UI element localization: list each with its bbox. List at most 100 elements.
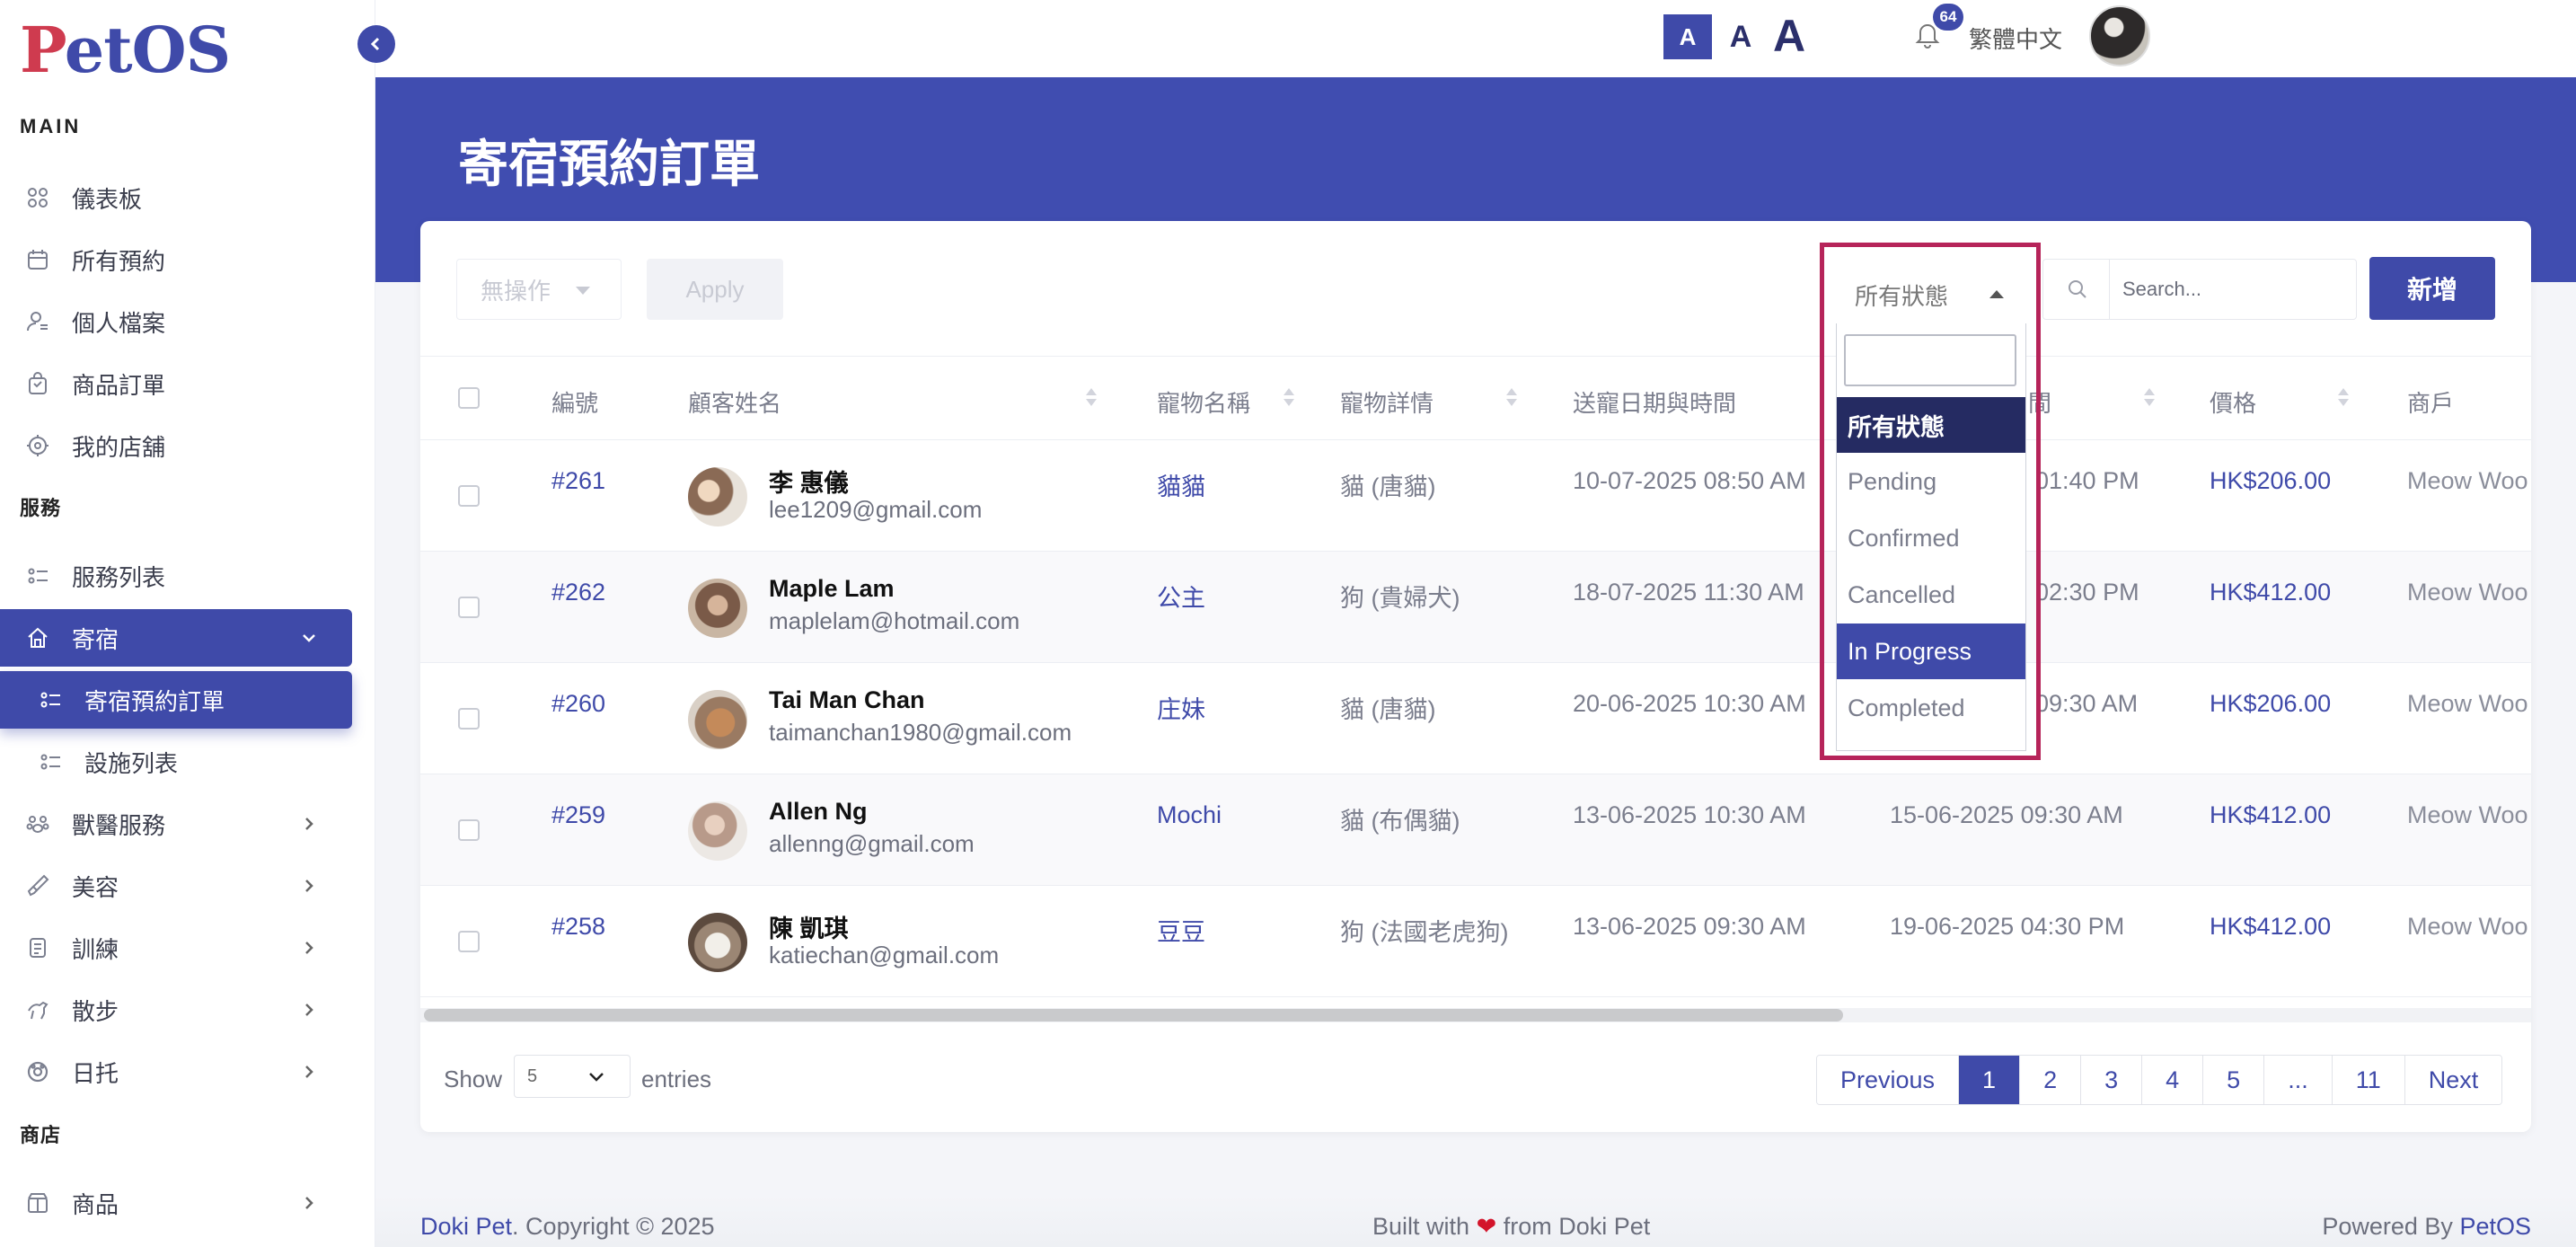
sidebar-item-boarding-orders[interactable]: 寄宿預約訂單 [0, 671, 352, 729]
column-header-price[interactable]: 價格 [2210, 385, 2256, 419]
page-button-4[interactable]: 4 [2142, 1056, 2204, 1104]
status-option-all[interactable]: 所有狀態 [1837, 397, 2025, 453]
order-id-link[interactable]: #258 [551, 913, 605, 941]
chevron-right-icon [298, 1192, 320, 1214]
shop-name: Meow Woo [2407, 801, 2528, 828]
sidebar-item-my-store[interactable]: 我的店舖 [0, 417, 352, 474]
footer-built-with: Built with ❤ from Doki Pet [1372, 1213, 1650, 1241]
entries-length-value: 5 [527, 1066, 538, 1086]
sort-icon[interactable] [1085, 385, 1098, 409]
order-id-link[interactable]: #261 [551, 467, 605, 495]
sort-icon[interactable] [2337, 385, 2350, 409]
column-header-shop[interactable]: 商戶 [2407, 385, 2454, 419]
dropoff-datetime: 13-06-2025 09:30 AM [1573, 913, 1806, 940]
customer-name: 李 惠儀 [769, 470, 849, 497]
status-option-completed[interactable]: Completed [1837, 680, 2025, 736]
order-id-link[interactable]: #260 [551, 690, 605, 718]
row-checkbox[interactable] [458, 597, 480, 618]
page-button-5[interactable]: 5 [2203, 1056, 2265, 1104]
entries-label: entries [641, 1066, 712, 1092]
sidebar-item-walking[interactable]: 散步 [0, 981, 352, 1039]
status-option-in-progress[interactable]: In Progress [1837, 624, 2025, 679]
collapse-sidebar-button[interactable] [357, 25, 395, 63]
customer-email: katiechan@gmail.com [769, 942, 1000, 968]
table-row: #259 Allen Ng allenng@gmail.com Mochi 貓 … [420, 774, 2531, 886]
column-header-dropoff[interactable]: 送寵日期與時間 [1573, 385, 1736, 419]
customer-name: 陳 凱琪 [769, 915, 849, 942]
sidebar-item-product-orders[interactable]: 商品訂單 [0, 355, 352, 412]
column-header-pet-detail[interactable]: 寵物詳情 [1340, 385, 1434, 419]
apply-button[interactable]: Apply [647, 259, 783, 320]
pet-name-link[interactable]: 貓貓 [1157, 467, 1205, 502]
page-next-button[interactable]: Next [2404, 1056, 2502, 1104]
column-header-id[interactable]: 編號 [551, 385, 598, 419]
sort-icon[interactable] [1505, 385, 1518, 409]
page-footer: Doki Pet. Copyright © 2025 Built with ❤ … [375, 1195, 2576, 1247]
status-option-pending[interactable]: Pending [1837, 454, 2025, 509]
sidebar-item-dashboard[interactable]: 儀表板 [0, 169, 352, 226]
row-checkbox[interactable] [458, 931, 480, 952]
status-filter-select[interactable]: 所有狀態 [1842, 265, 2022, 324]
page-button-3[interactable]: 3 [2081, 1056, 2143, 1104]
page-previous-button[interactable]: Previous [1817, 1056, 1960, 1104]
row-checkbox[interactable] [458, 819, 480, 841]
font-size-medium-button[interactable]: A [1723, 14, 1759, 59]
sidebar-item-all-bookings[interactable]: 所有預約 [0, 231, 352, 288]
list-icon [25, 563, 50, 588]
pagination: Previous 1 2 3 4 5 ... 11 Next [1816, 1055, 2503, 1105]
sidebar-item-grooming[interactable]: 美容 [0, 857, 352, 915]
sidebar-item-label: 美容 [72, 873, 119, 901]
sidebar-item-facility-list[interactable]: 設施列表 [0, 733, 352, 791]
sidebar-item-service-list[interactable]: 服務列表 [0, 547, 352, 605]
petos-logo[interactable]: PetOS [20, 13, 231, 87]
sidebar-item-label: 獸醫服務 [72, 811, 166, 839]
status-option-confirmed[interactable]: Confirmed [1837, 510, 2025, 566]
font-size-large-button[interactable]: A [1766, 9, 1813, 63]
row-checkbox[interactable] [458, 485, 480, 507]
sidebar-item-boarding[interactable]: 寄宿 [0, 609, 352, 667]
page-button-1[interactable]: 1 [1959, 1056, 2021, 1104]
dropoff-datetime: 10-07-2025 08:50 AM [1573, 467, 1806, 494]
sidebar-item-profile[interactable]: 個人檔案 [0, 293, 352, 350]
column-header-customer[interactable]: 顧客姓名 [688, 385, 781, 419]
sidebar-item-training[interactable]: 訓練 [0, 919, 352, 977]
training-icon [25, 935, 50, 960]
orders-card: 無操作 Apply 新增 編號 顧客姓名 寵物名稱 寵物詳情 送寵日期與時間 間… [420, 221, 2531, 1132]
order-id-link[interactable]: #259 [551, 801, 605, 829]
sort-icon[interactable] [2143, 385, 2156, 409]
row-checkbox[interactable] [458, 708, 480, 730]
status-search-input[interactable] [1844, 334, 2016, 386]
store-icon [25, 433, 50, 458]
pet-name-link[interactable]: 庄妹 [1157, 690, 1205, 725]
status-dropdown-list: 所有狀態 Pending Confirmed Cancelled In Prog… [1836, 323, 2026, 751]
page-button-2[interactable]: 2 [2020, 1056, 2082, 1104]
add-button[interactable]: 新增 [2369, 257, 2495, 320]
sort-icon[interactable] [1283, 385, 1295, 409]
column-header-pet[interactable]: 寵物名稱 [1157, 385, 1250, 419]
entries-length-select[interactable]: 5 [514, 1055, 631, 1098]
scrollbar-thumb[interactable] [424, 1009, 1843, 1021]
pet-name-link[interactable]: 公主 [1157, 579, 1205, 614]
sidebar-item-daycare[interactable]: 日托 [0, 1043, 352, 1101]
user-avatar[interactable] [2089, 5, 2150, 66]
sidebar-item-products[interactable]: 商品 [0, 1174, 352, 1232]
pet-name-link[interactable]: Mochi [1157, 801, 1222, 829]
footer-brand-link[interactable]: Doki Pet [420, 1213, 512, 1240]
font-size-small-button[interactable]: A [1663, 14, 1712, 59]
shop-name: Meow Woo [2407, 579, 2528, 606]
bulk-action-select[interactable]: 無操作 [456, 259, 622, 320]
price: HK$412.00 [2210, 913, 2332, 940]
horizontal-scrollbar[interactable] [420, 1008, 2531, 1022]
status-option-cancelled[interactable]: Cancelled [1837, 567, 2025, 623]
search-input[interactable] [2109, 259, 2357, 320]
pet-name-link[interactable]: 豆豆 [1157, 913, 1205, 948]
petos-link[interactable]: PetOS [2459, 1213, 2531, 1240]
select-all-checkbox[interactable] [458, 387, 480, 409]
order-id-link[interactable]: #262 [551, 579, 605, 606]
pet-detail: 狗 (法國老虎狗) [1340, 919, 1509, 946]
pickup-datetime: 15-06-2025 09:30 AM [1890, 801, 2123, 828]
vet-icon [25, 811, 50, 836]
page-button-11[interactable]: 11 [2332, 1056, 2405, 1104]
language-switcher[interactable]: 繁體中文 [1969, 22, 2062, 55]
sidebar-item-vet[interactable]: 獸醫服務 [0, 795, 352, 853]
